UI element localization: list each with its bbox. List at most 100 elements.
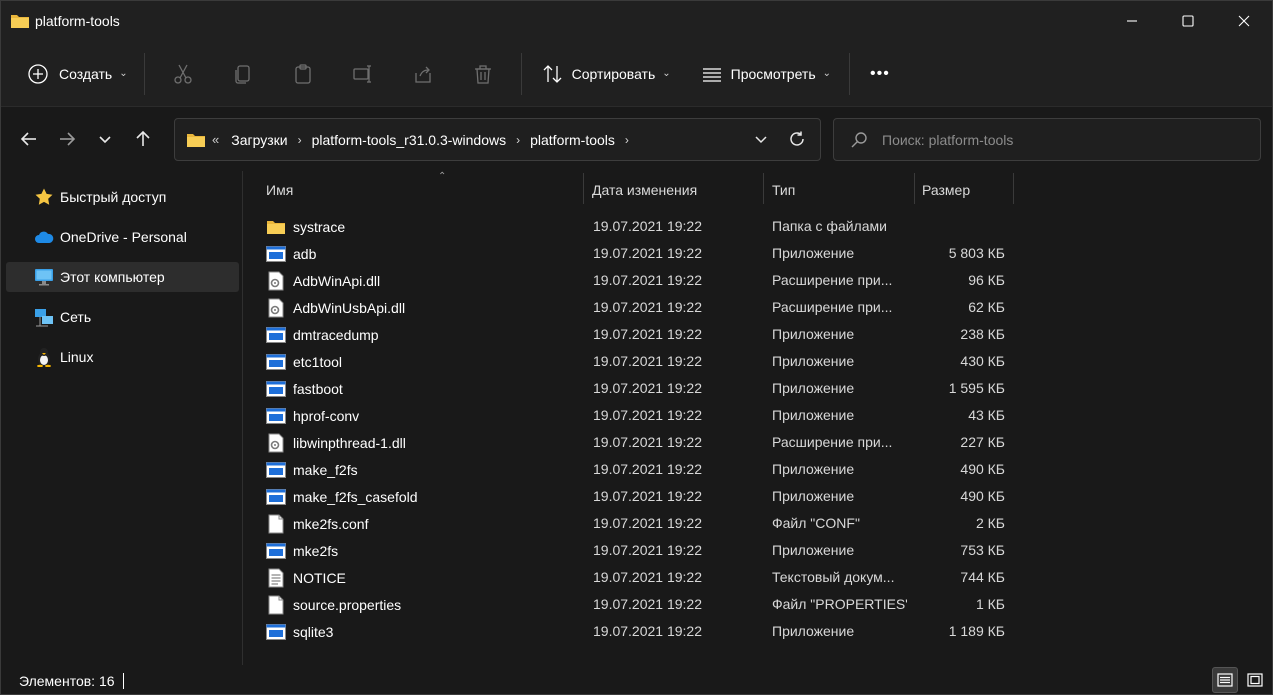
file-name-cell: mke2fs.conf [266, 510, 368, 537]
column-divider[interactable] [763, 173, 764, 204]
search-box[interactable] [833, 118, 1261, 161]
file-size: 2 КБ [975, 515, 1005, 531]
search-input[interactable] [882, 131, 1242, 148]
paste-button[interactable] [273, 56, 333, 92]
file-row[interactable]: make_f2fs 19.07.2021 19:22 Приложение 490 К… [244, 456, 1272, 483]
breadcrumb-item[interactable]: platform-tools [530, 132, 615, 148]
column-divider[interactable] [1013, 173, 1014, 204]
file-row[interactable]: sqlite3 19.07.2021 19:22 Приложение 1 189 К… [244, 618, 1272, 645]
file-date: 19.07.2021 19:22 [593, 515, 702, 531]
file-row[interactable]: fastboot 19.07.2021 19:22 Приложение 1 595 … [244, 375, 1272, 402]
column-divider[interactable] [583, 173, 584, 204]
chevron-down-icon: ⌄ [662, 68, 671, 79]
file-row[interactable]: libwinpthread-1.dll 19.07.2021 19:22 Расши… [244, 429, 1272, 456]
file-name: libwinpthread-1.dll [293, 434, 406, 451]
rename-button[interactable] [333, 56, 393, 92]
file-row[interactable]: hprof-conv 19.07.2021 19:22 Приложение 43 К… [244, 402, 1272, 429]
file-type: Приложение [772, 488, 855, 504]
sidebar-item-quick-access[interactable]: Быстрый доступ [6, 182, 239, 212]
plus-circle-icon [28, 63, 48, 84]
chevron-right-icon[interactable]: › [298, 133, 302, 147]
file-row[interactable]: AdbWinApi.dll 19.07.2021 19:22 Расширение … [244, 267, 1272, 294]
column-header-date[interactable]: Дата изменения [592, 173, 762, 206]
copy-button[interactable] [213, 56, 273, 92]
column-header-size[interactable]: Размер [922, 173, 1012, 206]
folder-icon [266, 217, 286, 237]
minimize-icon [1127, 20, 1137, 22]
column-header-label: Дата изменения [592, 181, 698, 198]
file-type: Приложение [772, 461, 855, 477]
file-name-cell: source.properties [266, 591, 401, 618]
column-header-name[interactable]: Имя ⌃ [266, 171, 576, 206]
chevron-right-icon[interactable]: › [516, 133, 520, 147]
column-header-label: Имя [266, 181, 294, 198]
large-icons-view-button[interactable] [1242, 667, 1268, 693]
file-name: source.properties [293, 596, 402, 613]
file-row[interactable]: AdbWinUsbApi.dll 19.07.2021 19:22 Расширен… [244, 294, 1272, 321]
sort-button[interactable]: Сортировать ⌄ [534, 56, 679, 92]
maximize-button[interactable] [1160, 1, 1216, 41]
app-icon [266, 352, 286, 372]
address-bar[interactable]: « Загрузки › platform-tools_r31.0.3-wind… [174, 118, 821, 161]
breadcrumb-item[interactable]: platform-tools_r31.0.3-windows [312, 132, 507, 148]
divider [143, 52, 145, 95]
minimize-button[interactable] [1104, 1, 1160, 41]
file-date: 19.07.2021 19:22 [593, 569, 702, 585]
chevron-right-icon[interactable]: › [625, 133, 629, 147]
file-row[interactable]: adb 19.07.2021 19:22 Приложение 5 803 КБ [244, 240, 1272, 267]
new-button[interactable]: Создать ⌄ [19, 56, 136, 92]
more-button[interactable]: ••• [862, 56, 898, 92]
file-type: Приложение [772, 326, 855, 342]
recent-locations-button[interactable] [86, 119, 124, 159]
navigation-bar: « Загрузки › platform-tools_r31.0.3-wind… [1, 107, 1272, 171]
back-button[interactable] [10, 119, 48, 159]
file-name: AdbWinApi.dll [293, 272, 381, 289]
file-size: 5 803 КБ [948, 245, 1005, 261]
app-icon [266, 406, 286, 426]
sidebar-item-onedrive[interactable]: OneDrive - Personal [6, 222, 239, 252]
file-row[interactable]: mke2fs.conf 19.07.2021 19:22 Файл "CONF" 2 … [244, 510, 1272, 537]
file-name: sqlite3 [293, 623, 334, 640]
sidebar-item-this-pc[interactable]: Этот компьютер [6, 262, 239, 292]
file-type: Файл "CONF" [772, 515, 860, 531]
file-size: 1 КБ [975, 596, 1005, 612]
view-button[interactable]: Просмотреть ⌄ [693, 56, 839, 92]
sidebar-item-network[interactable]: Сеть [6, 302, 239, 332]
delete-button[interactable] [453, 56, 513, 92]
file-row[interactable]: dmtracedump 19.07.2021 19:22 Приложение 238… [244, 321, 1272, 348]
breadcrumb-overflow[interactable]: « [212, 132, 219, 147]
refresh-button[interactable] [788, 130, 806, 151]
close-icon [1238, 15, 1250, 27]
dll-icon [266, 433, 286, 453]
file-row[interactable]: etc1tool 19.07.2021 19:22 Приложение 430 КБ [244, 348, 1272, 375]
up-button[interactable] [124, 119, 162, 159]
share-icon [414, 66, 431, 83]
file-row[interactable]: mke2fs 19.07.2021 19:22 Приложение 753 КБ [244, 537, 1272, 564]
close-button[interactable] [1216, 1, 1272, 41]
details-view-button[interactable] [1212, 667, 1238, 693]
cut-button[interactable] [153, 56, 213, 92]
file-row[interactable]: make_f2fs_casefold 19.07.2021 19:22 Прилож… [244, 483, 1272, 510]
view-switcher [1208, 667, 1268, 693]
search-icon [850, 131, 868, 149]
file-size: 43 КБ [968, 407, 1005, 423]
file-row[interactable]: source.properties 19.07.2021 19:22 Файл "P… [244, 591, 1272, 618]
file-row[interactable]: NOTICE 19.07.2021 19:22 Текстовый докум...… [244, 564, 1272, 591]
share-button[interactable] [393, 56, 453, 92]
file-name: etc1tool [293, 353, 343, 370]
file-row[interactable]: systrace 19.07.2021 19:22 Папка с файлами [244, 213, 1272, 240]
file-name: make_f2fs_casefold [293, 488, 418, 505]
app-icon [266, 622, 286, 642]
file-type: Приложение [772, 542, 855, 558]
file-type: Папка с файлами [772, 218, 887, 234]
column-divider[interactable] [914, 173, 915, 204]
column-header-type[interactable]: Тип [772, 173, 912, 206]
file-name: AdbWinUsbApi.dll [293, 299, 406, 316]
file-name: adb [293, 245, 317, 262]
address-dropdown-button[interactable] [754, 132, 768, 149]
file-name-cell: sqlite3 [266, 618, 333, 645]
forward-button[interactable] [48, 119, 86, 159]
breadcrumb-item[interactable]: Загрузки [231, 132, 287, 148]
divider [520, 52, 522, 95]
sidebar-item-linux[interactable]: Linux [6, 342, 239, 372]
